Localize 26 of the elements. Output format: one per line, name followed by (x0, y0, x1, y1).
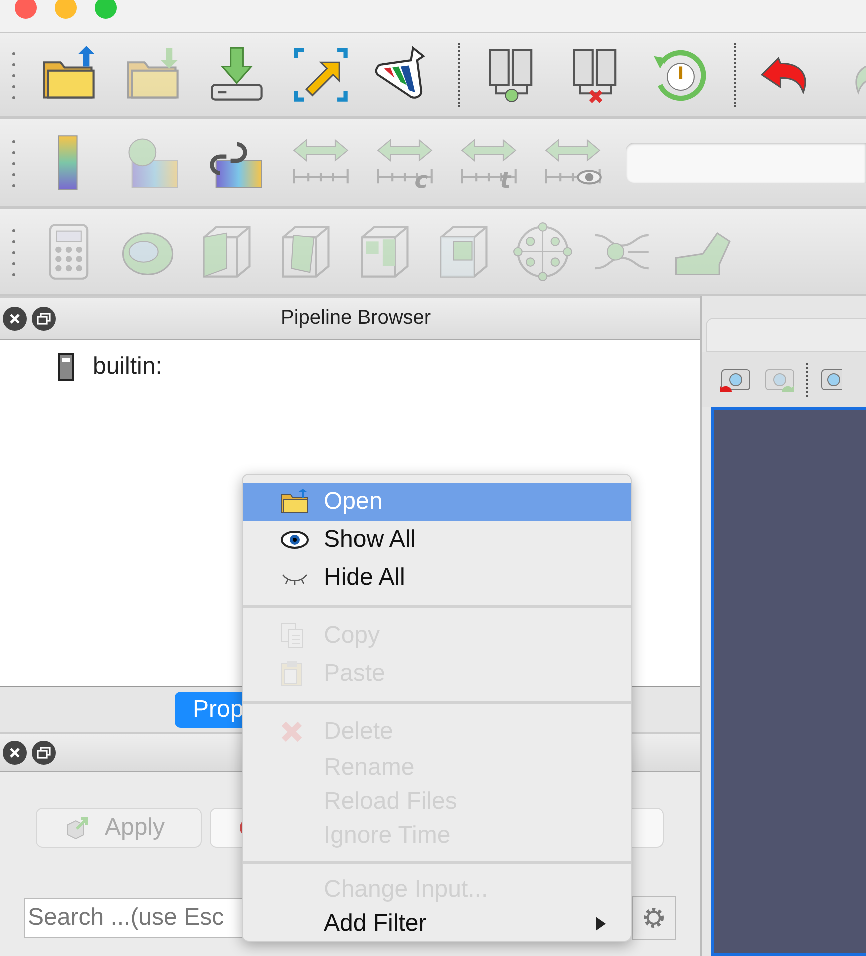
close-icon (9, 746, 21, 758)
tree-item[interactable]: builtin: (93, 353, 162, 381)
eye-icon (280, 530, 310, 550)
menu-item[interactable]: Open (243, 483, 631, 521)
zoom-button[interactable] (95, 0, 117, 19)
float-panel-button[interactable] (32, 306, 56, 330)
copy-icon (280, 622, 306, 650)
menu-item[interactable]: Hide All (243, 559, 631, 597)
close-panel-button[interactable] (3, 740, 27, 764)
server-icon (57, 352, 75, 382)
toolbar-field[interactable] (626, 142, 866, 182)
windows-icon (37, 312, 51, 324)
close-panel-button[interactable] (3, 306, 27, 330)
settings-button[interactable] (632, 896, 676, 940)
submenu-arrow-icon (595, 917, 607, 931)
float-panel-button[interactable] (32, 740, 56, 764)
close-icon (9, 312, 21, 324)
menu-item[interactable]: Show All (243, 521, 631, 559)
windows-icon (37, 746, 51, 758)
box-arrow-icon (65, 815, 91, 841)
close-button[interactable] (15, 0, 37, 19)
gear-icon (641, 905, 667, 931)
cross-icon (280, 720, 304, 744)
panel-title: Pipeline Browser (281, 307, 432, 330)
folder-icon (280, 489, 310, 515)
menu-item[interactable]: Add Filter (243, 907, 631, 941)
